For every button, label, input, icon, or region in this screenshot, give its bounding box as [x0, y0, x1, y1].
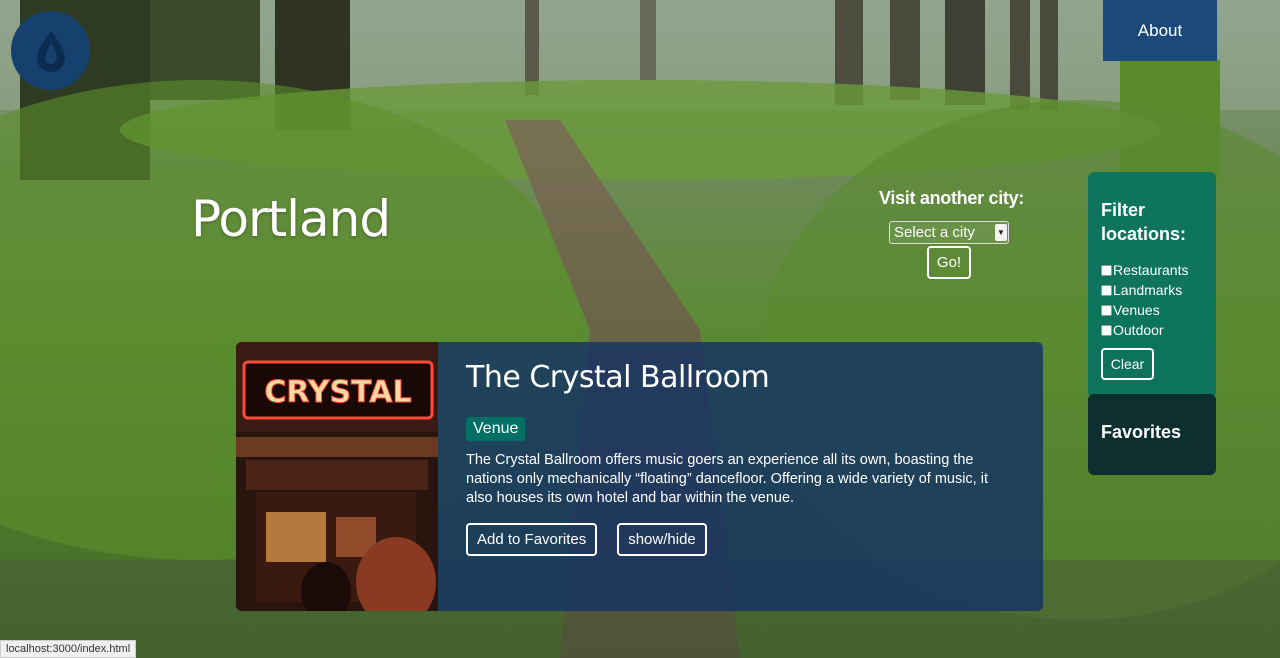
clear-button[interactable]: Clear — [1101, 348, 1154, 380]
show-hide-button[interactable]: show/hide — [617, 523, 707, 556]
landmarks-checkbox[interactable] — [1101, 284, 1112, 296]
sign-text: CRYSTAL — [264, 375, 411, 410]
venues-checkbox[interactable] — [1101, 304, 1112, 316]
status-bar-url: localhost:3000/index.html — [0, 640, 137, 658]
visit-city-label: Visit another city: — [879, 188, 1025, 208]
card-body: The Crystal Ballroom Venue The Crystal B… — [438, 342, 1043, 611]
restaurants-checkbox[interactable] — [1101, 264, 1112, 276]
filter-panel: Filter locations: Restaurants Landmarks … — [1088, 172, 1216, 398]
filter-title: Filter locations: — [1101, 200, 1187, 244]
filter-label: Landmarks — [1113, 282, 1183, 298]
filter-list: Restaurants Landmarks Venues Outdoor — [1101, 260, 1216, 340]
favorites-panel[interactable]: Favorites — [1088, 394, 1216, 475]
city-select[interactable]: Select a city ▼ — [889, 221, 1009, 244]
card-description: The Crystal Ballroom offers music goers … — [466, 452, 988, 506]
filter-restaurants[interactable]: Restaurants — [1101, 260, 1216, 280]
city-select-value: Select a city — [894, 224, 975, 241]
filter-label: Restaurants — [1113, 262, 1189, 278]
about-button[interactable]: About — [1103, 0, 1217, 61]
city-title: Portland — [191, 190, 391, 248]
venue-photo: CRYSTAL — [236, 342, 438, 611]
chevron-down-icon: ▼ — [995, 224, 1007, 241]
filter-venues[interactable]: Venues — [1101, 300, 1216, 320]
location-card: CRYSTAL The Crystal Ballroom Venue The C… — [236, 342, 1043, 611]
go-button[interactable]: Go! — [927, 246, 971, 279]
logo-button[interactable] — [11, 11, 90, 90]
water-drop-icon — [36, 30, 65, 72]
filter-outdoor[interactable]: Outdoor — [1101, 320, 1216, 340]
category-badge: Venue — [466, 417, 526, 441]
filter-landmarks[interactable]: Landmarks — [1101, 280, 1216, 300]
outdoor-checkbox[interactable] — [1101, 324, 1112, 336]
filter-label: Venues — [1113, 302, 1160, 318]
filter-label: Outdoor — [1113, 322, 1164, 338]
card-title: The Crystal Ballroom — [466, 360, 770, 395]
add-to-favorites-button[interactable]: Add to Favorites — [466, 523, 598, 556]
card-actions: Add to Favorites show/hide — [466, 523, 1015, 556]
favorites-title: Favorites — [1101, 422, 1182, 442]
